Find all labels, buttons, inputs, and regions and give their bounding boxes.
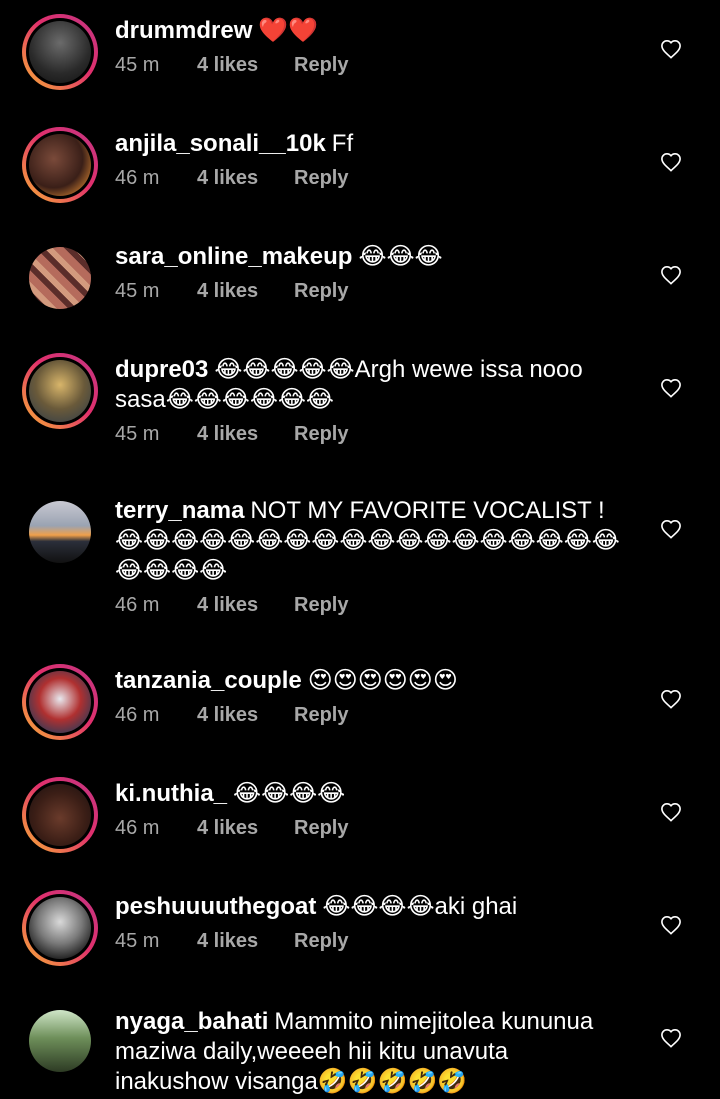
- avatar[interactable]: [22, 127, 98, 203]
- comment-likes[interactable]: 4 likes: [197, 930, 294, 953]
- comment-username[interactable]: sara_online_makeup: [115, 243, 352, 270]
- avatar[interactable]: [29, 1010, 91, 1072]
- comment-username[interactable]: dupre03: [115, 356, 208, 383]
- reply-button[interactable]: Reply: [294, 423, 348, 446]
- comment-likes[interactable]: 4 likes: [197, 594, 294, 617]
- reply-button[interactable]: Reply: [294, 54, 348, 77]
- comment-username[interactable]: drummdrew: [115, 17, 252, 44]
- comment-likes[interactable]: 4 likes: [197, 167, 294, 190]
- reply-button[interactable]: Reply: [294, 817, 348, 840]
- comment-text: 😂😂😂: [358, 243, 443, 270]
- heart-outline-icon[interactable]: [660, 1028, 682, 1048]
- comment-text: ❤️❤️: [258, 17, 319, 44]
- comment-text: Ff: [331, 130, 354, 157]
- comment-time: 46 m: [115, 594, 160, 616]
- comment-username[interactable]: anjila_sonali__10k: [115, 130, 326, 157]
- comment-username[interactable]: nyaga_bahati: [115, 1008, 268, 1035]
- comment-time: 46 m: [115, 704, 160, 726]
- comment-time: 45 m: [115, 930, 160, 952]
- comment-likes[interactable]: 4 likes: [197, 817, 294, 840]
- heart-outline-icon[interactable]: [660, 689, 682, 709]
- avatar[interactable]: [22, 664, 98, 740]
- reply-button[interactable]: Reply: [294, 280, 348, 303]
- comment-time: 46 m: [115, 167, 160, 189]
- comment-time: 45 m: [115, 280, 160, 302]
- avatar[interactable]: [29, 501, 91, 563]
- heart-outline-icon[interactable]: [660, 265, 682, 285]
- heart-outline-icon[interactable]: [660, 519, 682, 539]
- avatar[interactable]: [29, 247, 91, 309]
- reply-button[interactable]: Reply: [294, 594, 348, 617]
- comment-text: 😂😂😂😂: [233, 780, 346, 807]
- heart-outline-icon[interactable]: [660, 152, 682, 172]
- comment-likes[interactable]: 4 likes: [197, 54, 294, 77]
- avatar[interactable]: [22, 14, 98, 90]
- comment-time: 45 m: [115, 54, 160, 76]
- heart-outline-icon[interactable]: [660, 378, 682, 398]
- reply-button[interactable]: Reply: [294, 167, 348, 190]
- avatar[interactable]: [22, 777, 98, 853]
- comment-likes[interactable]: 4 likes: [197, 704, 294, 727]
- heart-outline-icon[interactable]: [660, 802, 682, 822]
- heart-outline-icon[interactable]: [660, 915, 682, 935]
- comment-text: 😍😍😍😍😍😍: [307, 667, 458, 694]
- comment-username[interactable]: peshuuuuthegoat: [115, 893, 316, 920]
- reply-button[interactable]: Reply: [294, 704, 348, 727]
- comment-time: 46 m: [115, 817, 160, 839]
- comment-username[interactable]: terry_nama: [115, 497, 244, 524]
- reply-button[interactable]: Reply: [294, 930, 348, 953]
- comment-text: 😂😂😂😂aki ghai: [322, 893, 518, 920]
- comment-likes[interactable]: 4 likes: [197, 423, 294, 446]
- comment-time: 45 m: [115, 423, 160, 445]
- comment-username[interactable]: ki.nuthia_: [115, 780, 227, 807]
- heart-outline-icon[interactable]: [660, 39, 682, 59]
- comment-username[interactable]: tanzania_couple: [115, 667, 302, 694]
- avatar[interactable]: [22, 890, 98, 966]
- avatar[interactable]: [22, 353, 98, 429]
- comment-likes[interactable]: 4 likes: [197, 280, 294, 303]
